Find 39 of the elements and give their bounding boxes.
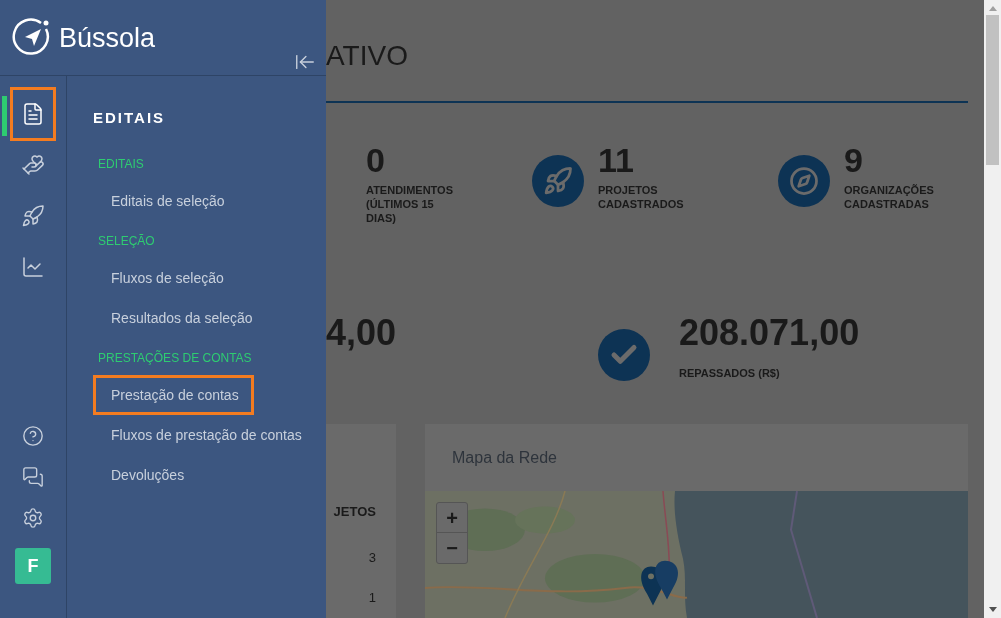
compass-icon [778,154,830,207]
section-label: EDITAIS [98,155,145,173]
menu-item[interactable]: Prestação de contas [93,374,254,415]
menu-item[interactable]: Fluxos de prestação de contas [93,414,317,455]
column-header: JETOS [333,503,376,521]
scrollbar-thumb[interactable] [986,15,999,165]
amount-value: 4,00 [326,314,397,351]
section-label: SELEÇÃO [98,232,156,250]
menu-item[interactable]: Resultados da seleção [93,297,268,338]
scroll-down-icon [988,607,997,612]
zoom-out-button[interactable]: − [437,533,467,563]
rail-button[interactable] [10,87,56,141]
amount-value: 208.071,00 [679,314,860,351]
page-title: ATIVO [326,39,409,73]
menu-item[interactable]: Editais de seleção [93,180,240,221]
rocket-icon [21,204,45,228]
stat-value: 11 [598,142,635,177]
stat-label: ATENDIMENTOS (ÚLTIMOS 15 DIAS) [366,182,454,225]
map-title: Mapa da Rede [452,447,557,468]
table-cell-text: 3 [368,549,376,567]
menu-item[interactable]: Devoluções [93,454,200,495]
stat-label: PROJETOS CADASTRADOS [598,182,685,211]
hand-heart-icon [21,153,45,177]
brand-name: Bússola [59,22,156,55]
stat-value: 0 [366,142,386,177]
menu-item[interactable]: Fluxos de seleção [93,257,239,298]
rocket-icon [532,154,584,207]
chart-icon [21,255,45,279]
amount-label: REPASSADOS (R$) [679,365,781,381]
check-icon [598,328,650,381]
stat-label: ORGANIZAÇÕES CADASTRADAS [844,182,935,211]
table-cell-text: 1 [368,589,376,607]
stat-value: 9 [844,142,864,177]
document-icon [21,102,45,126]
section-label: PRESTAÇÕES DE CONTAS [98,349,253,367]
zoom-in-button[interactable]: + [437,503,467,533]
menu-title: EDITAIS [93,108,167,128]
scrollbar[interactable] [984,0,1001,618]
scroll-up-icon [988,6,997,11]
